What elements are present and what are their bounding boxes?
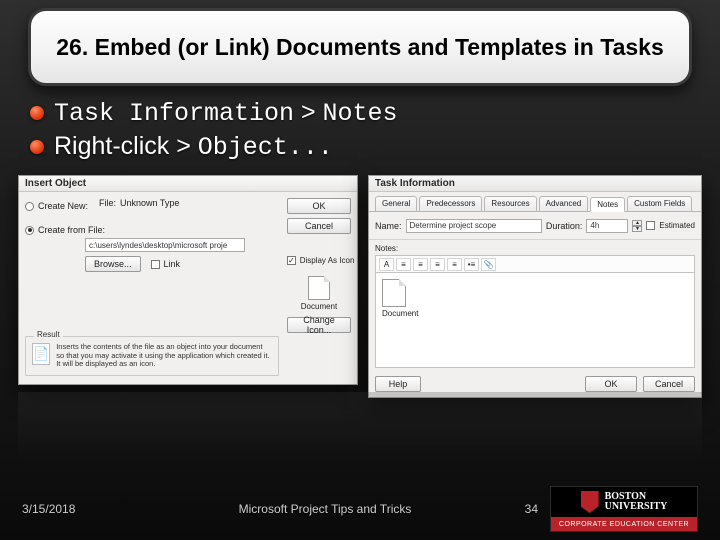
notes-toolbar: A ≡ ≡ ≡ ≡ •≡ 📎 [375, 255, 695, 273]
file-label: File: [99, 198, 116, 208]
link-label: Link [164, 259, 181, 269]
display-as-icon-label: Display As Icon [300, 256, 355, 265]
insert-object-dialog: Insert Object Create New: Create from Fi… [18, 175, 358, 385]
embedded-document-icon[interactable] [382, 279, 406, 307]
bullet-2-text: Right-click > Object... [54, 132, 333, 162]
link-checkbox[interactable]: Link [151, 259, 181, 269]
task-information-dialog: Task Information General Predecessors Re… [368, 175, 702, 398]
align-justify-button[interactable]: ≡ [447, 258, 462, 271]
duration-spinner[interactable]: ▲▼ [632, 220, 642, 232]
screenshot-row: Insert Object Create New: Create from Fi… [18, 175, 702, 450]
tab-general[interactable]: General [375, 196, 417, 211]
document-icon-label: Document [287, 302, 351, 311]
ok-button[interactable]: OK [287, 198, 351, 214]
bu-shield-icon [581, 491, 599, 513]
font-button[interactable]: A [379, 258, 394, 271]
duration-label: Duration: [546, 221, 583, 231]
estimated-label: Estimated [659, 221, 695, 230]
bullet-2: Right-click > Object... [30, 132, 690, 162]
result-icon: 📄 [32, 343, 50, 365]
bullet-list-button[interactable]: •≡ [464, 258, 479, 271]
task-information-titlebar: Task Information [369, 176, 701, 192]
checkbox-icon [151, 260, 160, 269]
align-left-button[interactable]: ≡ [396, 258, 411, 271]
footer-date: 3/15/2018 [22, 502, 142, 516]
tab-notes[interactable]: Notes [590, 197, 625, 212]
icon-preview-column: Document Change Icon... [287, 276, 351, 333]
display-as-icon-checkbox[interactable]: Display As Icon [287, 256, 351, 265]
logo-line2: UNIVERSITY [605, 502, 668, 512]
tab-custom-fields[interactable]: Custom Fields [627, 196, 692, 211]
name-label: Name: [375, 221, 402, 231]
result-legend: Result [34, 330, 63, 339]
footer-title: Microsoft Project Tips and Tricks [142, 502, 508, 516]
bullet-dot-icon [30, 106, 44, 120]
slide-title: 26. Embed (or Link) Documents and Templa… [56, 33, 664, 62]
bullet-1: Task Information > Notes [30, 98, 690, 128]
notes-area[interactable]: Document [375, 273, 695, 368]
logo-subline: CORPORATE EDUCATION CENTER [551, 517, 697, 531]
help-button[interactable]: Help [375, 376, 421, 392]
name-row: Name: Determine project scope Duration: … [369, 212, 701, 240]
insert-object-button[interactable]: 📎 [481, 258, 496, 271]
file-type: Unknown Type [120, 198, 179, 208]
bullet-dot-icon [30, 140, 44, 154]
estimated-checkbox[interactable]: Estimated [646, 221, 695, 230]
browse-button[interactable]: Browse... [85, 256, 141, 272]
document-icon [308, 276, 330, 300]
align-right-button[interactable]: ≡ [430, 258, 445, 271]
tab-predecessors[interactable]: Predecessors [419, 196, 482, 211]
slide-footer: 3/15/2018 Microsoft Project Tips and Tri… [0, 478, 720, 540]
tab-strip: General Predecessors Resources Advanced … [369, 192, 701, 212]
result-group: Result 📄 Inserts the contents of the fil… [25, 336, 279, 376]
radio-icon [25, 202, 34, 211]
result-text: Inserts the contents of the file as an o… [56, 343, 272, 369]
boston-university-logo: BOSTON UNIVERSITY CORPORATE EDUCATION CE… [550, 486, 698, 532]
align-center-button[interactable]: ≡ [413, 258, 428, 271]
bullet-1-text: Task Information > Notes [54, 98, 398, 128]
slide-bullets: Task Information > Notes Right-click > O… [30, 98, 690, 166]
dialog-footer: Help OK Cancel [375, 376, 695, 392]
checkbox-icon [646, 221, 655, 230]
embedded-document-label: Document [382, 309, 688, 318]
file-path-input[interactable]: c:\users\lyndes\desktop\microsoft proje [85, 238, 245, 252]
task-name-input[interactable]: Determine project scope [406, 219, 542, 233]
duration-input[interactable]: 4h [586, 219, 628, 233]
radio-icon [25, 226, 34, 235]
tab-advanced[interactable]: Advanced [539, 196, 589, 211]
radio-create-new-label: Create New: [38, 201, 88, 211]
tab-resources[interactable]: Resources [484, 196, 536, 211]
radio-create-from-file-label: Create from File: [38, 225, 105, 235]
change-icon-button[interactable]: Change Icon... [287, 317, 351, 333]
notes-label: Notes: [369, 240, 701, 253]
cancel-button[interactable]: Cancel [643, 376, 695, 392]
footer-page-number: 34 [508, 502, 538, 516]
ok-button[interactable]: OK [585, 376, 637, 392]
checkbox-icon [287, 256, 296, 265]
cancel-button[interactable]: Cancel [287, 218, 351, 234]
insert-object-titlebar: Insert Object [19, 176, 357, 192]
slide-title-panel: 26. Embed (or Link) Documents and Templa… [28, 8, 692, 86]
radio-create-from-file[interactable]: Create from File: [25, 225, 279, 235]
